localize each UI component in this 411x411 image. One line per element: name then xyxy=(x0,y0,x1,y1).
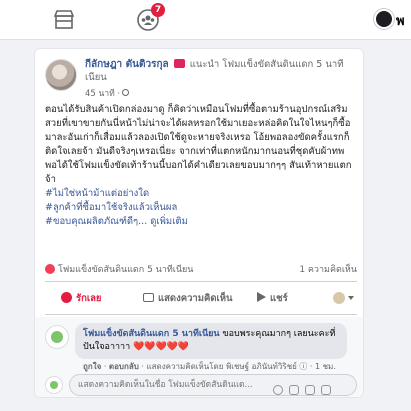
gif-icon[interactable] xyxy=(305,385,315,395)
comment-like-link[interactable]: ถูกใจ xyxy=(83,362,101,371)
comment-meta: ถูกใจ · ตอบกลับ · แสดงความคิดเห็นโดย พิเ… xyxy=(83,362,336,371)
camera-icon[interactable] xyxy=(289,385,299,395)
comment-section: โฟมแข็งขัดสันดินแดก 5 นาทีเนียน ขอบพระคุ… xyxy=(35,317,363,397)
post-card: กีลักษฎา ตันติวรกุล แนะนำ โฟมแข็งขัดสันด… xyxy=(34,48,364,398)
comment-count[interactable]: 1 ความคิดเห็น xyxy=(299,262,357,276)
love-button[interactable]: รักเลย xyxy=(61,291,102,306)
author-avatar[interactable] xyxy=(45,59,77,91)
share-icon xyxy=(257,292,266,302)
page-selector[interactable] xyxy=(333,291,355,305)
composer-avatar xyxy=(45,376,63,394)
notification-badge: 7 xyxy=(151,3,165,17)
profile-name-fragment[interactable]: พ xyxy=(396,10,405,31)
post-time[interactable]: 45 นาที · xyxy=(85,86,130,100)
profile-avatar[interactable] xyxy=(374,9,394,29)
hashtag[interactable]: #ลูกค้าที่ซื้อมาใช้จริงแล้วเห็นผล xyxy=(45,201,357,215)
share-button[interactable]: แชร์ xyxy=(257,291,288,306)
emoji-icon[interactable] xyxy=(273,385,283,395)
share-label: แชร์ xyxy=(270,293,288,304)
see-more-link[interactable]: ดูเพิ่มเติม xyxy=(150,216,188,227)
recommend-icon xyxy=(173,59,185,68)
post-header: กีลักษฎา ตันติวรกุล แนะนำ โฟมแข็งขัดสันด… xyxy=(85,58,355,84)
comment-icon xyxy=(143,293,154,302)
commenter-avatar[interactable] xyxy=(45,325,69,349)
comment-hearts: ❤️❤️❤️❤️❤️ xyxy=(133,342,190,352)
recommendation-row: โฟมแข็งขัดสันดินแดก 5 นาทีเนียน 1 ความคิ… xyxy=(45,262,357,278)
page-avatar-icon xyxy=(333,292,345,304)
author-name[interactable]: กีลักษฎา ตันติวรกุล xyxy=(85,59,169,70)
divider xyxy=(45,281,357,282)
love-label: รักเลย xyxy=(76,293,102,304)
recommended-page-link[interactable]: โฟมแข็งขัดสันดินแดก 5 นาทีเนียน xyxy=(58,265,193,275)
heart-icon xyxy=(61,292,72,303)
top-navigation-bar: 7 พ xyxy=(0,0,411,40)
divider xyxy=(45,314,357,315)
hashtag-list: #ไม่ใช่หน้าม้าแต่อย่างใด #ลูกค้าที่ซื้อม… xyxy=(45,187,357,229)
comment-meta-text: · แสดงความคิดเห็นโดย พิเชษฐ์ อภินันท์วิร… xyxy=(141,362,336,371)
post-timestamp[interactable]: 45 นาที · xyxy=(85,89,120,99)
marketplace-icon[interactable] xyxy=(52,8,76,32)
post-body: ตอนได้รับสินค้าเปิดกล่องมาดู ก็คิดว่าเหม… xyxy=(45,104,352,185)
chevron-down-icon xyxy=(348,296,354,300)
comment-label: แสดงความคิดเห็น xyxy=(158,293,233,304)
commenter-name[interactable]: โฟมแข็งขัดสันดินแดก 5 นาทีเนียน xyxy=(83,329,220,339)
comment-button[interactable]: แสดงความคิดเห็น xyxy=(143,291,233,306)
composer-tools xyxy=(273,380,337,395)
globe-icon xyxy=(122,89,130,96)
heart-icon xyxy=(45,264,55,274)
comment-bubble: โฟมแข็งขัดสันดินแดก 5 นาทีเนียน ขอบพระคุ… xyxy=(75,323,347,359)
sticker-icon[interactable] xyxy=(321,385,331,395)
hashtag[interactable]: #ไม่ใช่หน้าม้าแต่อย่างใด xyxy=(45,187,357,201)
hashtag[interactable]: #ขอบคุณผลิตภัณฑ์ดีๆ... xyxy=(45,216,147,227)
comment-reply-link[interactable]: ตอบกลับ xyxy=(109,362,139,371)
action-bar: รักเลย แสดงความคิดเห็น แชร์ xyxy=(45,285,357,313)
